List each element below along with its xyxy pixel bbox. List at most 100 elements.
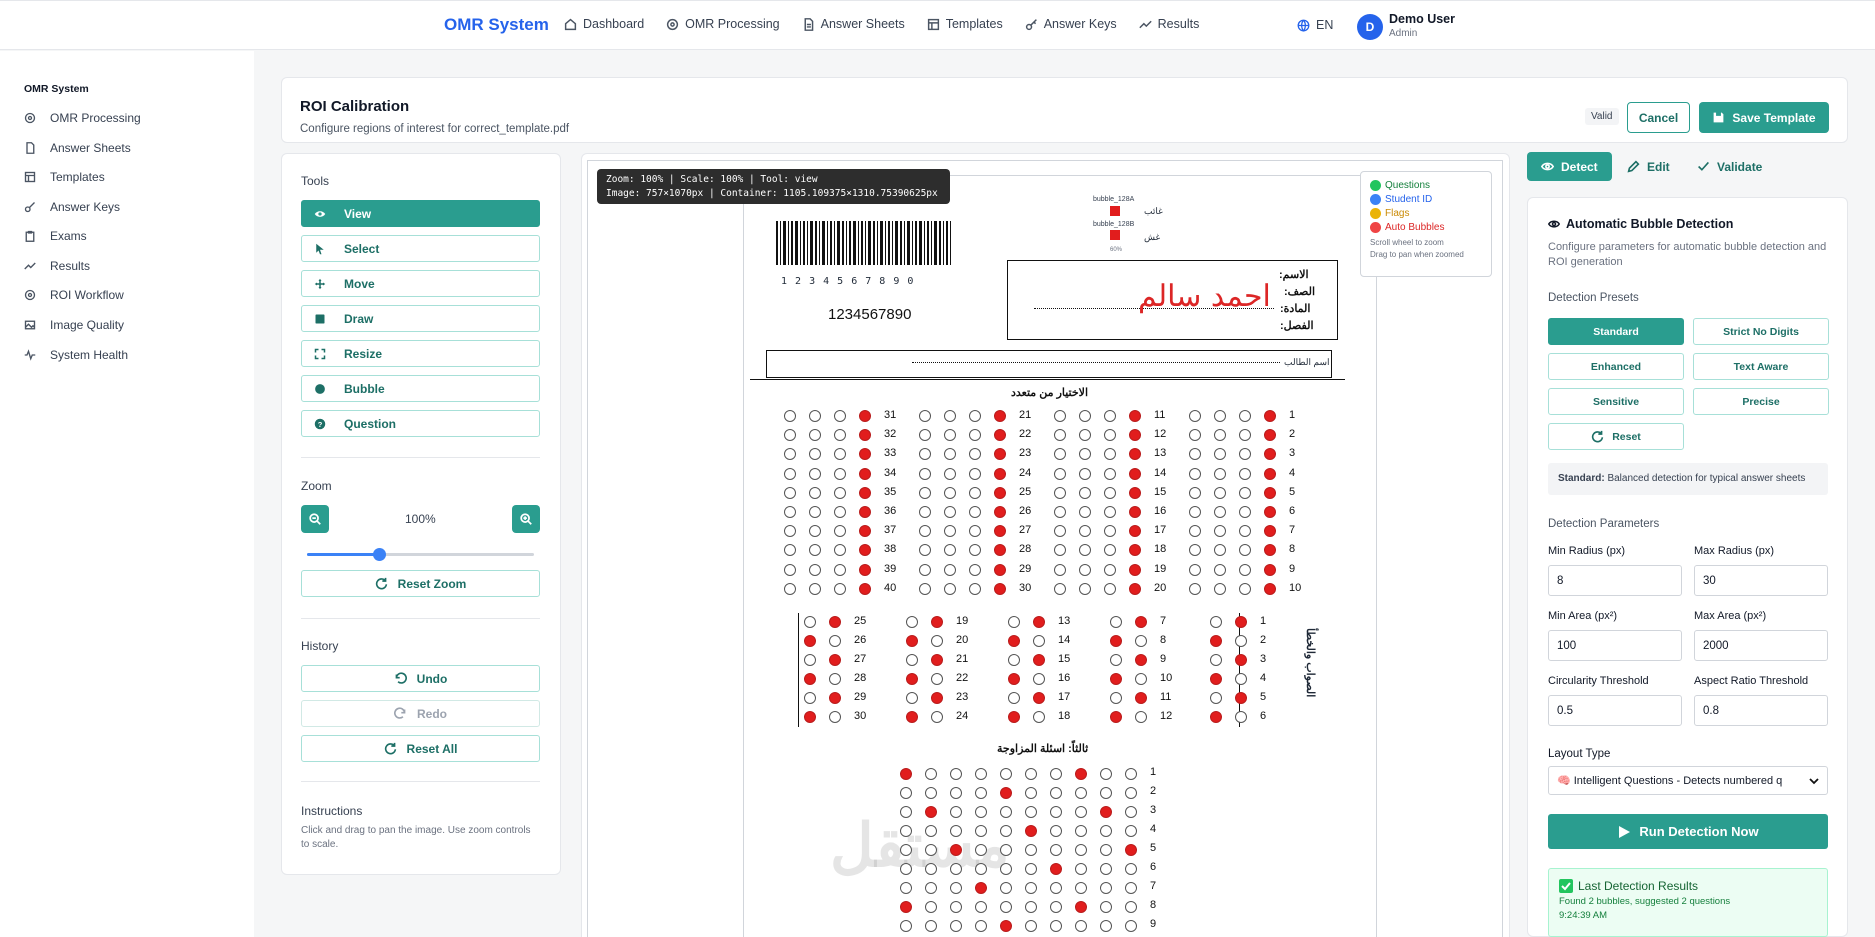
- nav-answer-sheets[interactable]: Answer Sheets: [802, 17, 905, 31]
- filled-bubble: [1050, 863, 1062, 875]
- empty-bubble: [1050, 901, 1062, 913]
- question-number: 5: [1289, 485, 1296, 498]
- reset-all-button[interactable]: Reset All: [301, 735, 540, 762]
- filled-bubble: [829, 616, 841, 628]
- preset-reset-button[interactable]: Reset: [1548, 423, 1684, 450]
- cancel-button[interactable]: Cancel: [1627, 102, 1690, 133]
- empty-bubble: [1025, 787, 1037, 799]
- sidebar-item-exams[interactable]: Exams: [24, 229, 87, 243]
- question-number: 3: [1289, 447, 1296, 460]
- preset-enhanced-button[interactable]: Enhanced: [1548, 353, 1684, 380]
- empty-bubble: [809, 448, 821, 461]
- question-number: 33: [884, 447, 897, 460]
- nav-answer-keys[interactable]: Answer Keys: [1025, 17, 1117, 31]
- sidebar-item-answer-sheets[interactable]: Answer Sheets: [24, 141, 131, 155]
- tool-resize-button[interactable]: Resize: [301, 340, 540, 367]
- empty-bubble: [1075, 863, 1087, 875]
- instructions-text: Click and drag to pan the image. Use zoo…: [301, 825, 531, 850]
- aspect-ratio-input[interactable]: 0.8: [1694, 695, 1828, 726]
- empty-bubble: [784, 467, 796, 480]
- sidebar-item-roi-workflow[interactable]: ROI Workflow: [24, 288, 124, 302]
- filled-bubble: [906, 711, 918, 723]
- avatar[interactable]: D: [1357, 14, 1383, 40]
- refresh-icon: [384, 742, 396, 755]
- zoom-slider-fill: [307, 553, 380, 556]
- question-number: 21: [1019, 409, 1032, 421]
- tool-view-button[interactable]: View: [301, 200, 540, 227]
- tool-move-button[interactable]: Move: [301, 270, 540, 297]
- circularity-input[interactable]: 0.5: [1548, 695, 1682, 726]
- nav-dashboard[interactable]: Dashboard: [564, 17, 644, 31]
- empty-bubble: [944, 467, 956, 480]
- max-area-input[interactable]: 2000: [1694, 630, 1828, 661]
- answer-sheet-image[interactable]: 1 2 3 4 5 6 7 8 9 0 1234567890 bubble_12…: [743, 175, 1377, 937]
- student-name-box: [766, 350, 1332, 378]
- question-number: 10: [1289, 581, 1302, 594]
- empty-bubble: [1214, 486, 1226, 499]
- question-number: 1: [1289, 409, 1296, 421]
- tool-select-button[interactable]: Select: [301, 235, 540, 262]
- filled-bubble: [1210, 673, 1222, 685]
- filled-bubble: [1129, 582, 1141, 595]
- preset-strict-button[interactable]: Strict No Digits: [1693, 318, 1829, 345]
- sidebar-item-omr-processing[interactable]: OMR Processing: [24, 111, 141, 125]
- preset-precise-button[interactable]: Precise: [1693, 388, 1829, 415]
- tool-draw-button[interactable]: Draw: [301, 305, 540, 332]
- max-radius-input[interactable]: 30: [1694, 565, 1828, 596]
- redo-button[interactable]: Redo: [301, 700, 540, 727]
- preset-standard-button[interactable]: Standard: [1548, 318, 1684, 345]
- tab-edit[interactable]: Edit: [1627, 152, 1670, 181]
- run-detection-button[interactable]: Run Detection Now: [1548, 814, 1828, 849]
- empty-bubble: [1189, 448, 1201, 461]
- reset-zoom-button[interactable]: Reset Zoom: [301, 570, 540, 597]
- undo-button[interactable]: Undo: [301, 665, 540, 692]
- zoom-slider-thumb[interactable]: [373, 548, 386, 561]
- language-switcher[interactable]: EN: [1297, 18, 1333, 32]
- nav-omr-processing[interactable]: OMR Processing: [666, 17, 780, 31]
- empty-bubble: [1008, 692, 1020, 704]
- sidebar-item-system-health[interactable]: System Health: [24, 348, 128, 362]
- save-template-button[interactable]: Save Template: [1699, 102, 1829, 133]
- eye-icon: [314, 210, 326, 217]
- empty-bubble: [1125, 882, 1137, 894]
- tool-question-button[interactable]: ? Question: [301, 410, 540, 437]
- empty-bubble: [1000, 901, 1012, 913]
- min-radius-input[interactable]: 8: [1548, 565, 1682, 596]
- filled-bubble: [994, 467, 1006, 480]
- eye-icon: [1541, 162, 1554, 171]
- preset-sensitive-button[interactable]: Sensitive: [1548, 388, 1684, 415]
- sidebar-item-templates[interactable]: Templates: [24, 170, 105, 184]
- question-number: 2: [1260, 634, 1267, 646]
- empty-bubble: [1075, 844, 1087, 856]
- tab-detect[interactable]: Detect: [1527, 152, 1612, 181]
- empty-bubble: [906, 616, 918, 628]
- empty-bubble: [1033, 673, 1045, 685]
- trend-icon: [24, 262, 36, 270]
- sidebar-item-results[interactable]: Results: [24, 259, 90, 273]
- nav-templates[interactable]: Templates: [927, 17, 1003, 31]
- empty-bubble: [925, 825, 937, 837]
- empty-bubble: [1054, 410, 1066, 422]
- empty-bubble: [829, 711, 841, 723]
- filled-bubble: [804, 673, 816, 685]
- empty-bubble: [809, 410, 821, 422]
- bubble-tag-cheat: bubble_128B: [1093, 221, 1135, 228]
- zoom-in-button[interactable]: [512, 505, 540, 533]
- nav-results[interactable]: Results: [1138, 17, 1199, 31]
- empty-bubble: [944, 429, 956, 442]
- empty-bubble: [1110, 692, 1122, 704]
- zoom-out-button[interactable]: [301, 505, 329, 533]
- sidebar-item-answer-keys[interactable]: Answer Keys: [24, 200, 120, 214]
- sidebar-item-image-quality[interactable]: Image Quality: [24, 318, 124, 332]
- user-name: Demo User: [1389, 12, 1455, 26]
- tool-bubble-button[interactable]: Bubble: [301, 375, 540, 402]
- empty-bubble: [1135, 673, 1147, 685]
- dotted-line: [912, 362, 1280, 363]
- min-area-input[interactable]: 100: [1548, 630, 1682, 661]
- empty-bubble: [809, 486, 821, 499]
- layout-type-select[interactable]: 🧠 Intelligent Questions - Detects number…: [1548, 766, 1828, 795]
- preset-text-aware-button[interactable]: Text Aware: [1693, 353, 1829, 380]
- brand-logo[interactable]: OMR System: [444, 15, 549, 35]
- tab-validate[interactable]: Validate: [1697, 152, 1762, 181]
- question-number: 2: [1150, 785, 1157, 797]
